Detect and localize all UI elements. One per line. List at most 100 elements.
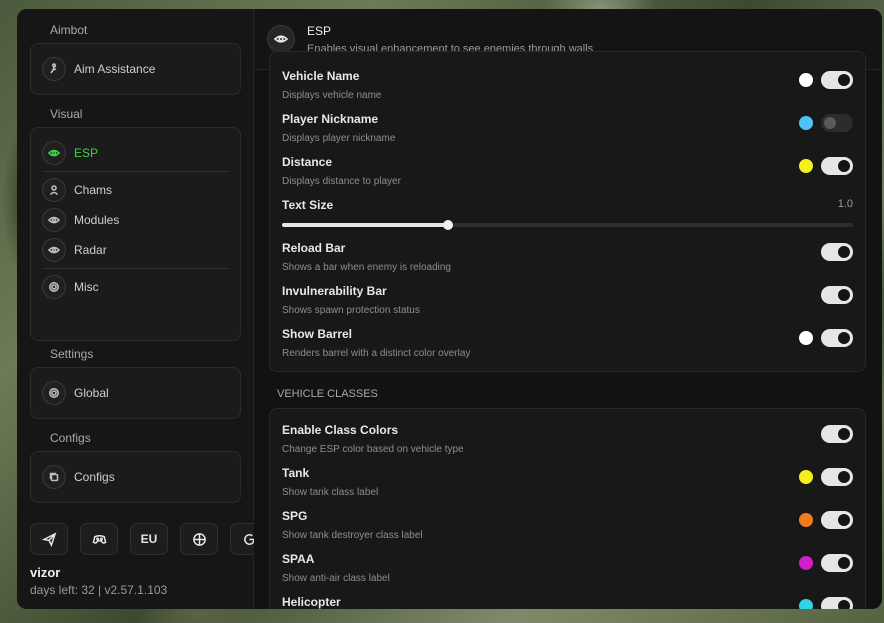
paper-plane-icon bbox=[41, 531, 56, 547]
user-info: days left: 32 | v2.57.1.103 bbox=[30, 583, 168, 597]
aim-person-icon bbox=[42, 57, 66, 81]
text-size-slider[interactable] bbox=[282, 220, 853, 230]
option-show-barrel: Show Barrel Renders barrel with a distin… bbox=[282, 327, 853, 367]
toggle-switch[interactable] bbox=[821, 286, 853, 304]
color-swatch[interactable] bbox=[799, 470, 813, 484]
sidebar-item-label: ESP bbox=[74, 146, 99, 160]
eye-icon bbox=[267, 25, 295, 53]
color-swatch[interactable] bbox=[799, 159, 813, 173]
option-desc: Show anti-air class label bbox=[282, 573, 390, 584]
option-distance: Distance Displays distance to player bbox=[282, 155, 853, 195]
color-swatch[interactable] bbox=[799, 116, 813, 130]
sidebar-item-label: Chams bbox=[74, 183, 113, 197]
sidebar-item-esp[interactable]: ESP bbox=[42, 140, 229, 166]
option-title: SPG bbox=[282, 509, 308, 523]
section-title-visual: Visual bbox=[50, 107, 83, 121]
option-title: Text Size bbox=[282, 198, 334, 212]
option-desc: Displays vehicle name bbox=[282, 90, 382, 101]
gear-icon bbox=[42, 381, 66, 405]
section-title-configs: Configs bbox=[50, 431, 91, 445]
option-title: Helicopter bbox=[282, 595, 341, 609]
option-desc: Show tank destroyer class label bbox=[282, 530, 423, 541]
toggle-switch[interactable] bbox=[821, 468, 853, 486]
vehicle-classes-heading: VEHICLE CLASSES bbox=[277, 388, 378, 400]
toggle-switch[interactable] bbox=[821, 554, 853, 572]
option-desc: Shows a bar when enemy is reloading bbox=[282, 262, 451, 273]
group-configs: Configs bbox=[30, 451, 241, 503]
toggle-switch[interactable] bbox=[821, 157, 853, 175]
sidebar-item-label: Modules bbox=[74, 213, 120, 227]
sidebar-item-label: Radar bbox=[74, 243, 107, 257]
option-reload-bar: Reload Bar Shows a bar when enemy is rel… bbox=[282, 241, 853, 281]
option-desc: Displays distance to player bbox=[282, 176, 401, 187]
option-title: Vehicle Name bbox=[282, 69, 360, 83]
eye-icon bbox=[42, 141, 66, 165]
toggle-switch[interactable] bbox=[821, 243, 853, 261]
sidebar-item-label: Configs bbox=[74, 470, 115, 484]
sidebar-item-label: Global bbox=[74, 386, 109, 400]
option-desc: Renders barrel with a distinct color ove… bbox=[282, 348, 471, 359]
divider bbox=[42, 171, 229, 172]
option-title: Invulnerability Bar bbox=[282, 284, 387, 298]
sidebar-item-chams[interactable]: Chams bbox=[42, 177, 229, 203]
slider-fill bbox=[282, 223, 448, 227]
option-title: Show Barrel bbox=[282, 327, 353, 341]
option-title: SPAA bbox=[282, 552, 315, 566]
user-icon bbox=[42, 178, 66, 202]
sidebar-item-misc[interactable]: Misc bbox=[42, 274, 229, 300]
option-desc: Show tank class label bbox=[282, 487, 379, 498]
toggle-switch[interactable] bbox=[821, 329, 853, 347]
bottom-toolbar: EU bbox=[30, 523, 268, 555]
option-desc: Change ESP color based on vehicle type bbox=[282, 444, 464, 455]
sidebar-item-modules[interactable]: Modules bbox=[42, 207, 229, 233]
slider-thumb[interactable] bbox=[442, 220, 453, 230]
page-title: ESP bbox=[307, 23, 332, 38]
toggle-switch[interactable] bbox=[821, 597, 853, 609]
sidebar-item-global[interactable]: Global bbox=[42, 380, 229, 406]
eye-icon bbox=[42, 208, 66, 232]
toggle-switch[interactable] bbox=[821, 511, 853, 529]
sidebar-item-radar[interactable]: Radar bbox=[42, 237, 229, 263]
option-player-nickname: Player Nickname Displays player nickname bbox=[282, 112, 853, 152]
option-desc: Displays player nickname bbox=[282, 133, 396, 144]
sidebar-item-label: Aim Assistance bbox=[74, 62, 156, 76]
option-helicopter: Helicopter bbox=[282, 595, 853, 609]
section-title-settings: Settings bbox=[50, 347, 94, 361]
option-title: Tank bbox=[282, 466, 310, 480]
copy-icon bbox=[42, 465, 66, 489]
color-swatch[interactable] bbox=[799, 331, 813, 345]
cheat-menu-window: Aimbot Aim Assistance Visual ESP Chams M… bbox=[17, 9, 882, 609]
toggle-switch[interactable] bbox=[821, 71, 853, 89]
toggle-switch[interactable] bbox=[821, 425, 853, 443]
gamepad-icon bbox=[92, 534, 106, 544]
group-aimbot: Aim Assistance bbox=[30, 43, 241, 95]
crosshair-icon bbox=[192, 532, 206, 546]
color-swatch[interactable] bbox=[799, 73, 813, 87]
telegram-button[interactable] bbox=[30, 523, 68, 555]
crosshair-button[interactable] bbox=[180, 523, 218, 555]
sidebar: Aimbot Aim Assistance Visual ESP Chams M… bbox=[17, 9, 268, 609]
color-swatch[interactable] bbox=[799, 556, 813, 570]
color-swatch[interactable] bbox=[799, 599, 813, 609]
option-title: Enable Class Colors bbox=[282, 423, 399, 437]
section-title-aimbot: Aimbot bbox=[50, 23, 88, 37]
group-settings: Global bbox=[30, 367, 241, 419]
option-vehicle-name: Vehicle Name Displays vehicle name bbox=[282, 69, 853, 109]
discord-button[interactable] bbox=[80, 523, 118, 555]
sidebar-item-configs[interactable]: Configs bbox=[42, 464, 229, 490]
eye-icon bbox=[42, 238, 66, 262]
option-spaa: SPAA Show anti-air class label bbox=[282, 552, 853, 592]
color-swatch[interactable] bbox=[799, 513, 813, 527]
option-enable-class-colors: Enable Class Colors Change ESP color bas… bbox=[282, 423, 853, 463]
group-visual: ESP Chams Modules Radar Misc bbox=[30, 127, 241, 341]
esp-options-panel: Vehicle Name Displays vehicle name Playe… bbox=[269, 51, 866, 372]
toggle-switch[interactable] bbox=[821, 114, 853, 132]
sidebar-item-label: Misc bbox=[74, 280, 99, 294]
option-tank: Tank Show tank class label bbox=[282, 466, 853, 506]
option-spg: SPG Show tank destroyer class label bbox=[282, 509, 853, 549]
option-invulnerability-bar: Invulnerability Bar Shows spawn protecti… bbox=[282, 284, 853, 324]
user-name: vizor bbox=[30, 565, 61, 580]
sidebar-item-aim-assistance[interactable]: Aim Assistance bbox=[42, 56, 229, 82]
region-button[interactable]: EU bbox=[130, 523, 168, 555]
option-desc: Shows spawn protection status bbox=[282, 305, 420, 316]
